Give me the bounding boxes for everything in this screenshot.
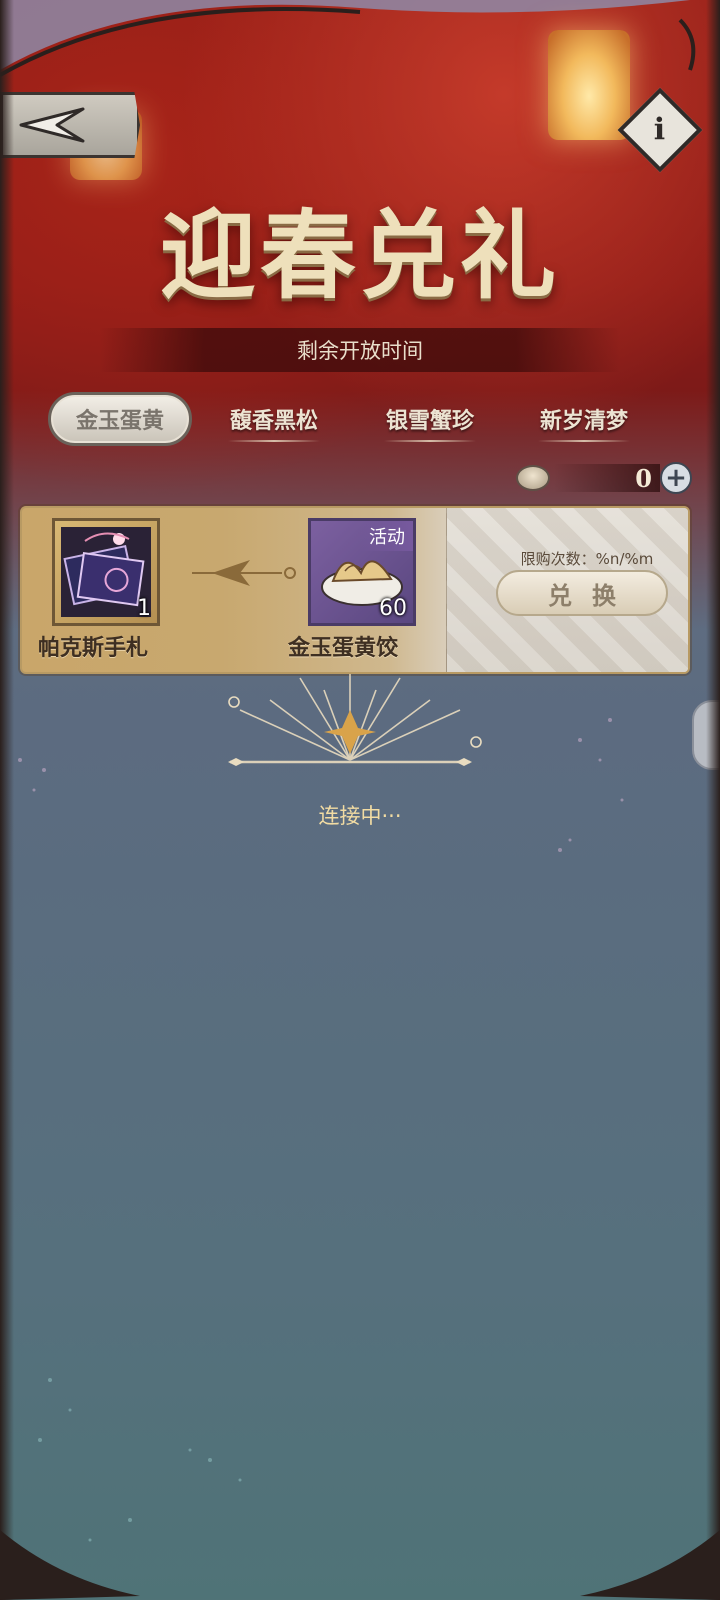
back-button[interactable] bbox=[0, 92, 140, 158]
tab-underline bbox=[228, 440, 320, 442]
currency-display: 0 + bbox=[516, 460, 692, 496]
tab-yinxue-xiezhen[interactable]: 银雪蟹珍 bbox=[378, 392, 482, 446]
tab-label: 新岁清梦 bbox=[539, 409, 628, 434]
plus-icon: + bbox=[665, 463, 687, 493]
target-item-quantity: 60 bbox=[379, 596, 407, 621]
currency-count: 0 bbox=[554, 464, 660, 493]
add-currency-button[interactable]: + bbox=[660, 462, 692, 494]
exchange-arrow-icon bbox=[192, 560, 296, 586]
purchase-limit-text: 限购次数：%n/%m bbox=[520, 550, 654, 568]
side-drawer-handle[interactable] bbox=[692, 700, 720, 770]
exchange-button[interactable]: 兑换 bbox=[496, 570, 668, 616]
tab-jinyu-danhuang[interactable]: 金玉蛋黄 bbox=[48, 392, 192, 446]
event-tag: 活动 bbox=[361, 521, 413, 551]
remaining-time-bar: 剩余开放时间 bbox=[100, 328, 620, 372]
back-arrow-icon bbox=[19, 107, 85, 143]
tab-xinsui-qingmeng[interactable]: 新岁清梦 bbox=[532, 392, 636, 446]
tab-underline bbox=[538, 440, 630, 442]
frame-bottom-arch bbox=[0, 1530, 720, 1600]
loading-status-text: 连接中··· bbox=[318, 804, 402, 828]
dumpling-coin-icon bbox=[516, 465, 550, 491]
page-title: 迎春兑礼 bbox=[160, 199, 560, 312]
source-item-slot[interactable]: 1 bbox=[52, 518, 160, 626]
lantern-decoration bbox=[548, 30, 630, 140]
tab-fuxiang-heisong[interactable]: 馥香黑松 bbox=[222, 392, 326, 446]
info-icon: i bbox=[654, 112, 666, 148]
source-item-name: 帕克斯手札 bbox=[38, 636, 149, 661]
tab-label: 金玉蛋黄 bbox=[75, 409, 164, 434]
exchange-card: 1 帕克斯手札 活动 60 金玉蛋黄饺 限购次数：%n/%m 兑换 bbox=[20, 506, 690, 674]
target-item-slot[interactable]: 活动 60 bbox=[308, 518, 416, 626]
tab-label: 银雪蟹珍 bbox=[385, 409, 474, 434]
exchange-button-label: 兑换 bbox=[548, 581, 636, 610]
tab-underline bbox=[384, 440, 476, 442]
target-item-name: 金玉蛋黄饺 bbox=[288, 636, 399, 661]
remaining-time-label: 剩余开放时间 bbox=[297, 339, 423, 363]
tab-label: 馥香黑松 bbox=[229, 409, 318, 434]
source-item-quantity: 1 bbox=[137, 596, 151, 621]
category-tabs: 金玉蛋黄 馥香黑松 银雪蟹珍 新岁清梦 bbox=[46, 392, 686, 448]
